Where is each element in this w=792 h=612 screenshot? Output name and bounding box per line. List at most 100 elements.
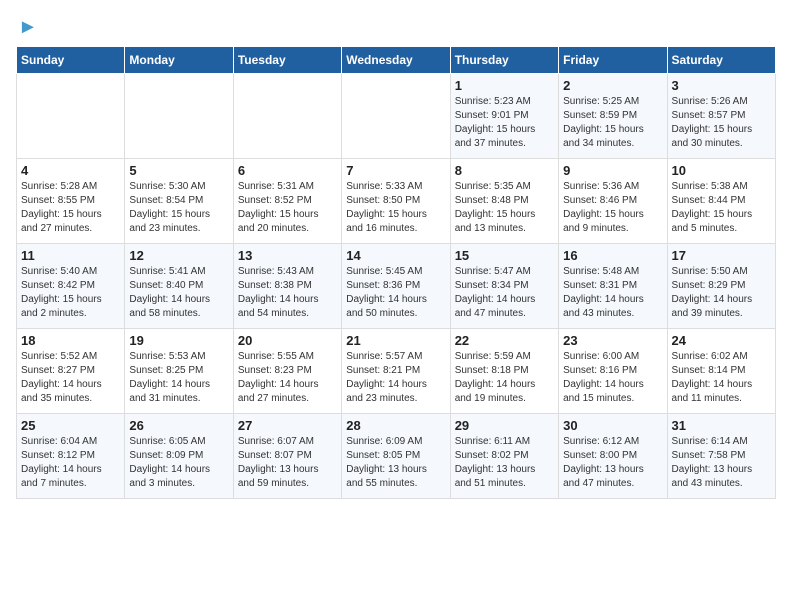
day-number: 31 [672, 418, 771, 433]
calendar-cell: 5 Sunrise: 5:30 AMSunset: 8:54 PMDaylight… [125, 159, 233, 244]
calendar-cell: 14 Sunrise: 5:45 AMSunset: 8:36 PMDayligh… [342, 244, 450, 329]
day-info: Sunrise: 5:53 AMSunset: 8:25 PMDaylight:… [129, 350, 228, 406]
calendar-cell: 24Sunrise: 6:02 AMSunset: 8:14 PMDayligh… [667, 329, 775, 414]
calendar-cell: 1Sunrise: 5:23 AMSunset: 9:01 PMDaylight… [450, 74, 558, 159]
weekday-header-thursday: Thursday [450, 47, 558, 74]
calendar-cell: 13Sunrise: 5:43 AMSunset: 8:38 PMDayligh… [233, 244, 341, 329]
day-number: 29 [455, 418, 554, 433]
day-info: Sunrise: 6:00 AMSunset: 8:16 PMDaylight:… [563, 350, 662, 406]
calendar-cell: 28 Sunrise: 6:09 AMSunset: 8:05 PMDayligh… [342, 414, 450, 499]
day-number: 18 [21, 333, 120, 348]
calendar-table: SundayMondayTuesdayWednesdayThursdayFrid… [16, 46, 776, 499]
day-number: 15 [455, 248, 554, 263]
calendar-cell: 15 Sunrise: 5:47 AMSunset: 8:34 PMDayligh… [450, 244, 558, 329]
calendar-cell: 30 Sunrise: 6:12 AMSunset: 8:00 PMDayligh… [559, 414, 667, 499]
calendar-cell: 18Sunrise: 5:52 AMSunset: 8:27 PMDayligh… [17, 329, 125, 414]
calendar-cell: 10 Sunrise: 5:38 AMSunset: 8:44 PMDayligh… [667, 159, 775, 244]
day-number: 22 [455, 333, 554, 348]
day-number: 26 [129, 418, 228, 433]
day-info: Sunrise: 5:43 AMSunset: 8:38 PMDaylight:… [238, 265, 337, 321]
day-info: Sunrise: 5:38 AMSunset: 8:44 PMDaylight:… [672, 180, 771, 236]
calendar-cell: 3Sunrise: 5:26 AMSunset: 8:57 PMDaylight… [667, 74, 775, 159]
day-number: 27 [238, 418, 337, 433]
day-info: Sunrise: 5:45 AMSunset: 8:36 PMDaylight:… [346, 265, 445, 321]
calendar-cell: 26 Sunrise: 6:05 AMSunset: 8:09 PMDayligh… [125, 414, 233, 499]
day-info: Sunrise: 5:57 AMSunset: 8:21 PMDaylight:… [346, 350, 445, 406]
calendar-cell: 29 Sunrise: 6:11 AMSunset: 8:02 PMDayligh… [450, 414, 558, 499]
day-info: Sunrise: 5:59 AMSunset: 8:18 PMDaylight:… [455, 350, 554, 406]
day-number: 9 [563, 163, 662, 178]
calendar-week-row: 1Sunrise: 5:23 AMSunset: 9:01 PMDaylight… [17, 74, 776, 159]
day-number: 12 [129, 248, 228, 263]
weekday-header-friday: Friday [559, 47, 667, 74]
calendar-cell: 25 Sunrise: 6:04 AMSunset: 8:12 PMDayligh… [17, 414, 125, 499]
day-number: 10 [672, 163, 771, 178]
day-number: 5 [129, 163, 228, 178]
weekday-header-wednesday: Wednesday [342, 47, 450, 74]
logo-arrow-icon: ► [18, 16, 38, 38]
day-info: Sunrise: 5:33 AMSunset: 8:50 PMDaylight:… [346, 180, 445, 236]
logo: ► [16, 16, 38, 38]
calendar-cell [233, 74, 341, 159]
day-number: 17 [672, 248, 771, 263]
day-info: Sunrise: 5:25 AMSunset: 8:59 PMDaylight:… [563, 95, 662, 151]
calendar-cell: 12 Sunrise: 5:41 AMSunset: 8:40 PMDayligh… [125, 244, 233, 329]
calendar-cell: 22 Sunrise: 5:59 AMSunset: 8:18 PMDayligh… [450, 329, 558, 414]
calendar-week-row: 11Sunrise: 5:40 AMSunset: 8:42 PMDayligh… [17, 244, 776, 329]
weekday-header-row: SundayMondayTuesdayWednesdayThursdayFrid… [17, 47, 776, 74]
day-info: Sunrise: 6:02 AMSunset: 8:14 PMDaylight:… [672, 350, 771, 406]
day-info: Sunrise: 5:31 AMSunset: 8:52 PMDaylight:… [238, 180, 337, 236]
weekday-header-tuesday: Tuesday [233, 47, 341, 74]
day-number: 30 [563, 418, 662, 433]
calendar-cell: 19 Sunrise: 5:53 AMSunset: 8:25 PMDayligh… [125, 329, 233, 414]
day-number: 16 [563, 248, 662, 263]
day-info: Sunrise: 6:05 AMSunset: 8:09 PMDaylight:… [129, 435, 228, 491]
day-number: 4 [21, 163, 120, 178]
calendar-cell [125, 74, 233, 159]
day-number: 25 [21, 418, 120, 433]
calendar-cell: 9Sunrise: 5:36 AMSunset: 8:46 PMDaylight… [559, 159, 667, 244]
day-info: Sunrise: 5:50 AMSunset: 8:29 PMDaylight:… [672, 265, 771, 321]
day-info: Sunrise: 6:11 AMSunset: 8:02 PMDaylight:… [455, 435, 554, 491]
day-info: Sunrise: 5:41 AMSunset: 8:40 PMDaylight:… [129, 265, 228, 321]
day-info: Sunrise: 5:26 AMSunset: 8:57 PMDaylight:… [672, 95, 771, 151]
day-number: 11 [21, 248, 120, 263]
day-number: 19 [129, 333, 228, 348]
calendar-cell: 17 Sunrise: 5:50 AMSunset: 8:29 PMDayligh… [667, 244, 775, 329]
day-info: Sunrise: 5:28 AMSunset: 8:55 PMDaylight:… [21, 180, 120, 236]
weekday-header-monday: Monday [125, 47, 233, 74]
calendar-week-row: 4 Sunrise: 5:28 AMSunset: 8:55 PMDaylight… [17, 159, 776, 244]
calendar-cell: 6 Sunrise: 5:31 AMSunset: 8:52 PMDaylight… [233, 159, 341, 244]
day-number: 23 [563, 333, 662, 348]
day-info: Sunrise: 5:47 AMSunset: 8:34 PMDaylight:… [455, 265, 554, 321]
calendar-cell: 4 Sunrise: 5:28 AMSunset: 8:55 PMDaylight… [17, 159, 125, 244]
day-number: 7 [346, 163, 445, 178]
calendar-cell [342, 74, 450, 159]
day-number: 14 [346, 248, 445, 263]
day-number: 20 [238, 333, 337, 348]
calendar-cell: 11Sunrise: 5:40 AMSunset: 8:42 PMDayligh… [17, 244, 125, 329]
day-info: Sunrise: 6:14 AMSunset: 7:58 PMDaylight:… [672, 435, 771, 491]
calendar-cell [17, 74, 125, 159]
day-info: Sunrise: 5:30 AMSunset: 8:54 PMDaylight:… [129, 180, 228, 236]
day-number: 6 [238, 163, 337, 178]
calendar-cell: 8 Sunrise: 5:35 AMSunset: 8:48 PMDaylight… [450, 159, 558, 244]
calendar-cell: 21 Sunrise: 5:57 AMSunset: 8:21 PMDayligh… [342, 329, 450, 414]
day-info: Sunrise: 6:04 AMSunset: 8:12 PMDaylight:… [21, 435, 120, 491]
calendar-cell: 7 Sunrise: 5:33 AMSunset: 8:50 PMDaylight… [342, 159, 450, 244]
day-info: Sunrise: 6:12 AMSunset: 8:00 PMDaylight:… [563, 435, 662, 491]
day-number: 28 [346, 418, 445, 433]
day-info: Sunrise: 5:35 AMSunset: 8:48 PMDaylight:… [455, 180, 554, 236]
calendar-cell: 2 Sunrise: 5:25 AMSunset: 8:59 PMDaylight… [559, 74, 667, 159]
day-number: 8 [455, 163, 554, 178]
page-header: ► [16, 16, 776, 38]
weekday-header-saturday: Saturday [667, 47, 775, 74]
calendar-cell: 31 Sunrise: 6:14 AMSunset: 7:58 PMDayligh… [667, 414, 775, 499]
day-info: Sunrise: 6:09 AMSunset: 8:05 PMDaylight:… [346, 435, 445, 491]
day-number: 21 [346, 333, 445, 348]
calendar-week-row: 25 Sunrise: 6:04 AMSunset: 8:12 PMDayligh… [17, 414, 776, 499]
day-number: 2 [563, 78, 662, 93]
calendar-cell: 23 Sunrise: 6:00 AMSunset: 8:16 PMDayligh… [559, 329, 667, 414]
calendar-week-row: 18Sunrise: 5:52 AMSunset: 8:27 PMDayligh… [17, 329, 776, 414]
day-info: Sunrise: 6:07 AMSunset: 8:07 PMDaylight:… [238, 435, 337, 491]
